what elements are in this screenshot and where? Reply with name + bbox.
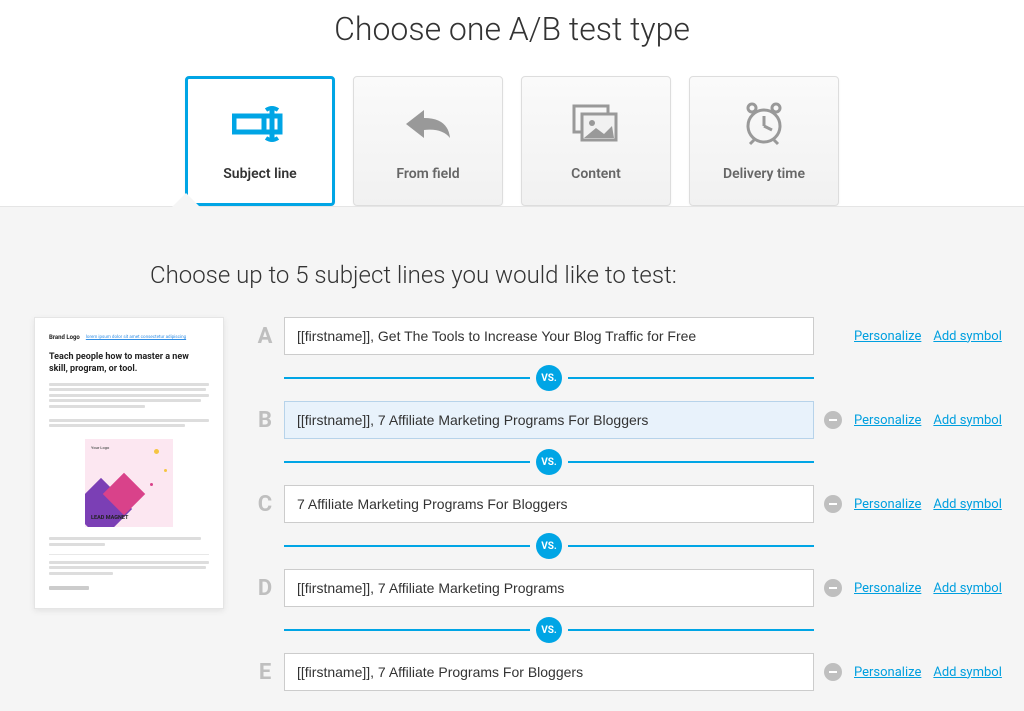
- subject-row-c: C Personalize Add symbol: [254, 485, 1004, 523]
- subject-row-e: E Personalize Add symbol: [254, 653, 1004, 691]
- personalize-link[interactable]: Personalize: [854, 329, 921, 344]
- active-tab-pointer: [172, 193, 200, 207]
- subject-input-d[interactable]: [284, 569, 814, 607]
- personalize-link[interactable]: Personalize: [854, 581, 921, 596]
- subtitle: Choose up to 5 subject lines you would l…: [150, 261, 1004, 289]
- subject-letter: E: [254, 660, 276, 685]
- images-icon: [570, 100, 622, 148]
- remove-subject-button[interactable]: [824, 411, 842, 429]
- subject-input-c[interactable]: [284, 485, 814, 523]
- subject-row-a: A Personalize Add symbol: [254, 317, 1004, 355]
- vs-badge: VS.: [536, 365, 562, 391]
- add-symbol-link[interactable]: Add symbol: [933, 581, 1002, 596]
- remove-subject-button[interactable]: [824, 495, 842, 513]
- preview-lead-magnet-label: LEAD MAGNET: [91, 515, 128, 521]
- subject-letter: B: [254, 408, 276, 433]
- preview-brand-url: lorem ipsum dolor sit amet consectetur a…: [86, 335, 186, 341]
- test-type-from-field[interactable]: From field: [353, 76, 503, 206]
- content-row: Brand Logo lorem ipsum dolor sit amet co…: [20, 317, 1004, 691]
- vs-badge: VS.: [536, 533, 562, 559]
- test-type-content[interactable]: Content: [521, 76, 671, 206]
- email-preview: Brand Logo lorem ipsum dolor sit amet co…: [34, 317, 224, 609]
- subject-letter: D: [254, 576, 276, 601]
- subject-line-icon: [232, 100, 288, 148]
- lower-section: Choose up to 5 subject lines you would l…: [0, 206, 1024, 711]
- vs-divider: VS.: [284, 617, 814, 643]
- subject-input-b[interactable]: [284, 401, 814, 439]
- preview-yourlogo: Your Logo: [91, 445, 109, 451]
- add-symbol-link[interactable]: Add symbol: [933, 665, 1002, 680]
- subject-row-d: D Personalize Add symbol: [254, 569, 1004, 607]
- clock-icon: [740, 100, 788, 148]
- preview-brand-logo: Brand Logo: [49, 334, 80, 342]
- add-symbol-link[interactable]: Add symbol: [933, 413, 1002, 428]
- personalize-link[interactable]: Personalize: [854, 497, 921, 512]
- add-symbol-link[interactable]: Add symbol: [933, 497, 1002, 512]
- vs-badge: VS.: [536, 617, 562, 643]
- subject-input-a[interactable]: [284, 317, 814, 355]
- subject-lines-area: A Personalize Add symbol VS. B Personali…: [254, 317, 1004, 691]
- preview-headline: Teach people how to master a new skill, …: [49, 352, 209, 375]
- test-type-label: From field: [396, 166, 459, 182]
- vs-badge: VS.: [536, 449, 562, 475]
- page-title: Choose one A/B test type: [0, 10, 1024, 48]
- top-section: Choose one A/B test type Subject line: [0, 0, 1024, 206]
- reply-arrow-icon: [402, 100, 454, 148]
- subject-letter: A: [254, 324, 276, 349]
- personalize-link[interactable]: Personalize: [854, 665, 921, 680]
- test-type-label: Delivery time: [723, 166, 805, 182]
- test-type-selector: Subject line From field Content: [0, 76, 1024, 206]
- test-type-subject-line[interactable]: Subject line: [185, 76, 335, 206]
- test-type-delivery-time[interactable]: Delivery time: [689, 76, 839, 206]
- subject-input-e[interactable]: [284, 653, 814, 691]
- remove-subject-button[interactable]: [824, 663, 842, 681]
- vs-divider: VS.: [284, 449, 814, 475]
- vs-divider: VS.: [284, 365, 814, 391]
- subject-letter: C: [254, 492, 276, 517]
- remove-subject-button[interactable]: [824, 579, 842, 597]
- test-type-label: Subject line: [223, 166, 296, 182]
- add-symbol-link[interactable]: Add symbol: [933, 329, 1002, 344]
- personalize-link[interactable]: Personalize: [854, 413, 921, 428]
- subject-row-b: B Personalize Add symbol: [254, 401, 1004, 439]
- test-type-label: Content: [571, 166, 621, 182]
- vs-divider: VS.: [284, 533, 814, 559]
